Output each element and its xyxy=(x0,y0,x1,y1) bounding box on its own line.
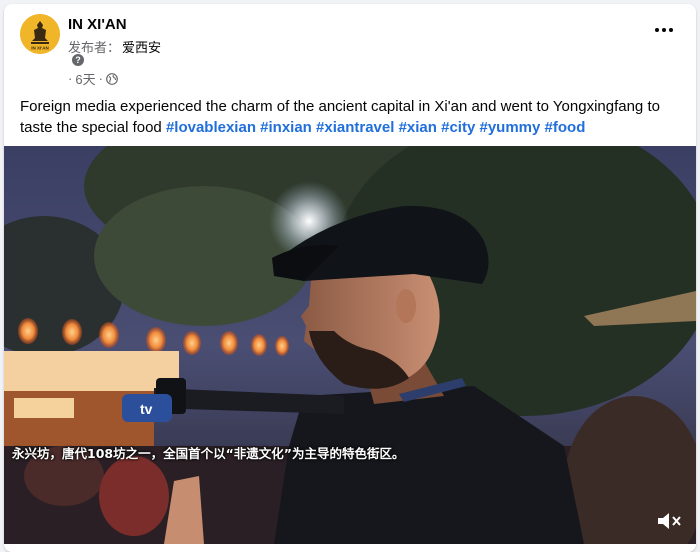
hashtag-link[interactable]: #inxian xyxy=(260,119,312,136)
post-header: IN XI'AN IN XI'AN 发布者： 爱西安 ? · 6天 · xyxy=(4,4,696,92)
video-subtitle: 永兴坊，唐代108坊之一，全国首个以“非遗文化”为主导的特色街区。 xyxy=(12,446,405,461)
post-meta: · 6天 · xyxy=(68,69,118,88)
post-footer-strip xyxy=(4,544,696,552)
more-dot-icon xyxy=(662,28,666,32)
publisher-line: 发布者： 爱西安 xyxy=(68,37,161,56)
meta-separator: · xyxy=(98,71,103,86)
post-card: IN XI'AN IN XI'AN 发布者： 爱西安 ? · 6天 · Forei xyxy=(4,4,696,552)
hashtag-link[interactable]: #city xyxy=(441,119,475,136)
publisher-name[interactable]: 爱西安 xyxy=(122,40,161,55)
publisher-label: 发布者： xyxy=(68,40,121,55)
volume-muted-icon[interactable] xyxy=(656,510,682,532)
page-avatar[interactable]: IN XI'AN xyxy=(20,14,60,54)
hashtag-link[interactable]: #food xyxy=(545,119,586,136)
hashtag-link[interactable]: #xian xyxy=(399,119,437,136)
hashtag-link[interactable]: #lovablexian xyxy=(166,119,256,136)
globe-icon[interactable] xyxy=(106,72,118,85)
avatar-logo-icon: IN XI'AN xyxy=(20,14,60,54)
more-options-button[interactable] xyxy=(650,20,678,40)
post-timestamp[interactable]: 6天 xyxy=(75,69,95,88)
hashtag-list: #lovablexian #inxian #xiantravel #xian #… xyxy=(166,119,585,136)
hashtag-link[interactable]: #xiantravel xyxy=(316,119,394,136)
svg-text:tv: tv xyxy=(140,401,153,417)
video-player[interactable]: tv 永兴坊，唐代108坊之一，全国首个以“非遗文化”为主导的特色街区。 xyxy=(4,146,696,544)
hashtag-link[interactable]: #yummy xyxy=(479,119,540,136)
help-icon[interactable]: ? xyxy=(72,54,84,66)
more-dot-icon xyxy=(669,28,673,32)
video-frame: tv xyxy=(4,146,696,544)
page-name[interactable]: IN XI'AN xyxy=(68,16,127,33)
more-dot-icon xyxy=(655,28,659,32)
meta-dot: · xyxy=(68,71,73,86)
svg-text:IN XI'AN: IN XI'AN xyxy=(31,46,49,51)
post-body: Foreign media experienced the charm of t… xyxy=(20,96,686,138)
